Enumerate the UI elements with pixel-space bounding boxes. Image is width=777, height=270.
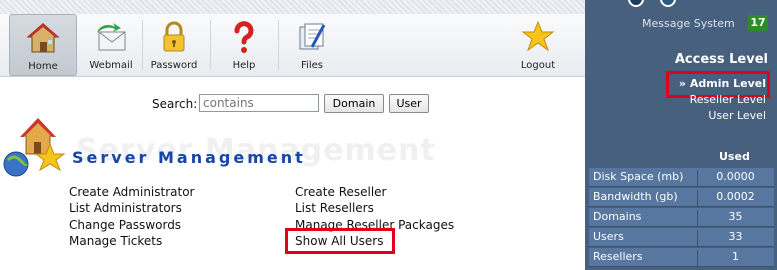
toolbar-help-button[interactable]: Help xyxy=(210,14,278,76)
toolbar-home-button[interactable]: Home xyxy=(9,14,77,76)
stat-name: Bandwidth (gb) xyxy=(593,190,678,203)
question-icon xyxy=(234,21,254,53)
access-level-title: Access Level xyxy=(674,52,768,67)
link-manage-tickets[interactable]: Manage Tickets xyxy=(69,234,162,248)
highlight-box xyxy=(285,228,395,254)
stat-value: 0.0002 xyxy=(697,190,773,207)
stat-name: Resellers xyxy=(593,250,643,263)
stat-row: Disk Space (mb) 0.0000 xyxy=(589,168,774,187)
toolbar-webmail-button[interactable]: Webmail xyxy=(77,14,145,76)
search-domain-button[interactable]: Domain xyxy=(324,94,384,113)
toolbar-home-label: Home xyxy=(28,61,58,72)
star-icon xyxy=(521,20,555,52)
stat-name: Users xyxy=(593,230,624,243)
toolbar-logout-label: Logout xyxy=(520,60,556,71)
toolbar-files-label: Files xyxy=(301,60,323,71)
server-management-title: Server Management xyxy=(72,148,306,167)
stat-value: 1 xyxy=(697,250,773,267)
files-icon xyxy=(299,23,326,50)
stat-name: Disk Space (mb) xyxy=(593,170,684,183)
search-label: Search: xyxy=(152,97,198,111)
stat-value: 0.0000 xyxy=(697,170,773,187)
stat-row: Resellers 1 xyxy=(589,248,774,267)
stat-row: Bandwidth (gb) 0.0002 xyxy=(589,188,774,207)
server-management-logo xyxy=(3,118,66,177)
link-create-reseller[interactable]: Create Reseller xyxy=(295,185,387,199)
toolbar-separator xyxy=(75,20,76,70)
toolbar-password-label: Password xyxy=(150,60,198,71)
home-icon xyxy=(26,23,60,53)
toolbar-files-button[interactable]: Files xyxy=(278,14,346,76)
toolbar: Home Webmail Password Help Files Logout xyxy=(0,14,585,77)
stat-name: Domains xyxy=(593,210,642,223)
link-create-administrator[interactable]: Create Administrator xyxy=(69,185,195,199)
lock-icon xyxy=(163,21,185,52)
toolbar-webmail-label: Webmail xyxy=(89,60,133,71)
toolbar-password-button[interactable]: Password xyxy=(140,14,208,76)
webmail-icon xyxy=(97,23,126,51)
link-list-administrators[interactable]: List Administrators xyxy=(69,201,182,215)
toolbar-help-label: Help xyxy=(232,60,256,71)
message-system-label[interactable]: Message System xyxy=(642,17,735,30)
access-level-user[interactable]: User Level xyxy=(708,109,766,122)
access-level-reseller[interactable]: Reseller Level xyxy=(690,93,766,106)
message-count-badge[interactable]: 17 xyxy=(748,15,768,31)
link-change-passwords[interactable]: Change Passwords xyxy=(69,218,181,232)
link-list-resellers[interactable]: List Resellers xyxy=(295,201,374,215)
stat-row: Users 33 xyxy=(589,228,774,247)
stat-value: 35 xyxy=(697,210,773,227)
search-user-button[interactable]: User xyxy=(389,94,429,113)
toolbar-logout-button[interactable]: Logout xyxy=(504,14,572,76)
stat-row: Domains 35 xyxy=(589,208,774,227)
stat-value: 33 xyxy=(697,230,773,247)
search-input[interactable] xyxy=(199,94,319,112)
stats-used-header: Used xyxy=(719,150,750,163)
